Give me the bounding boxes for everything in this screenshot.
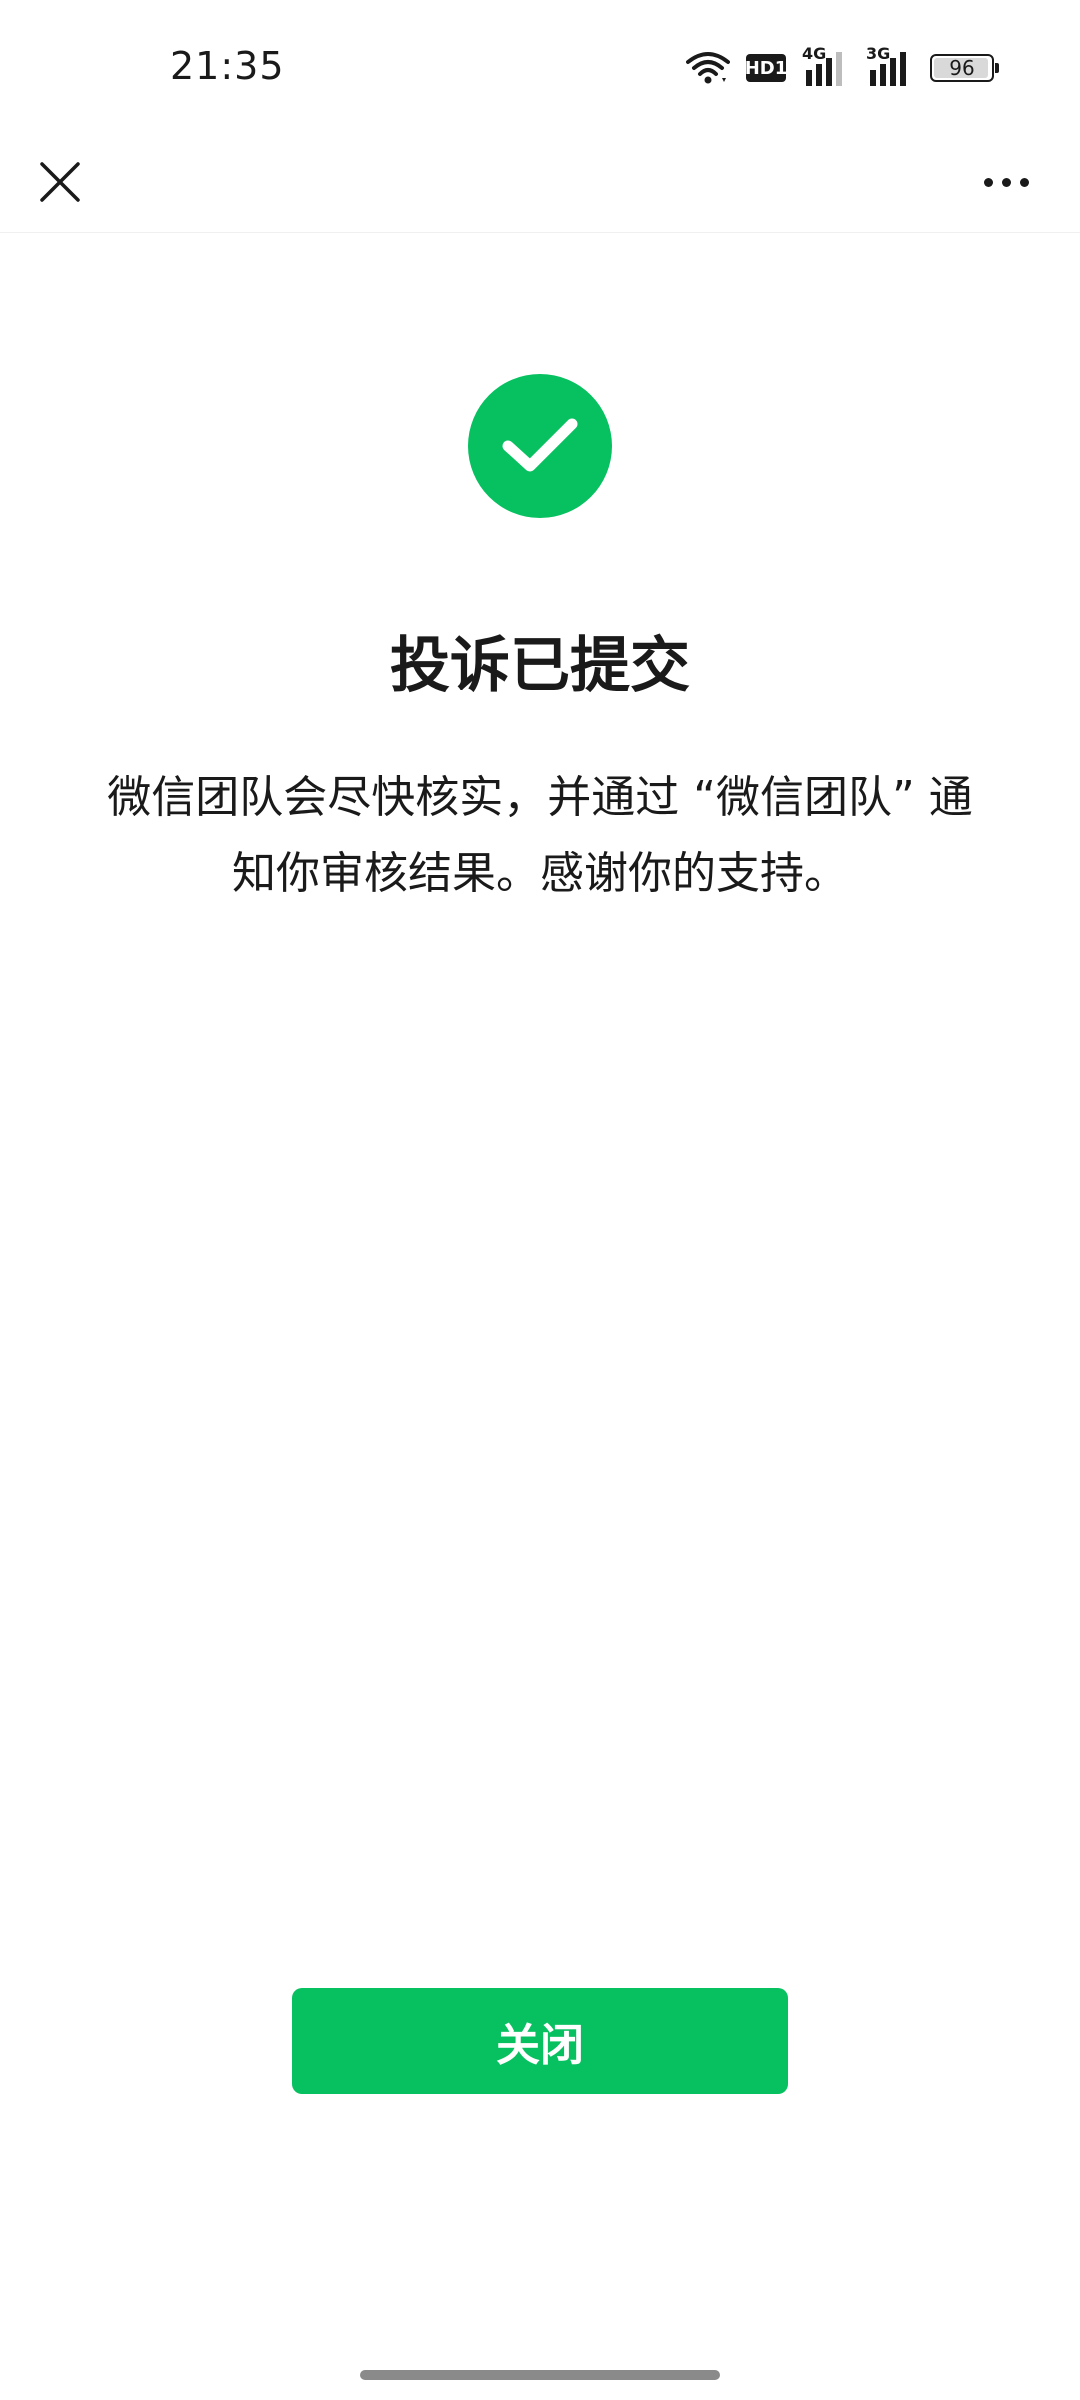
nav-bar	[0, 130, 1080, 233]
home-indicator[interactable]	[360, 2370, 720, 2380]
signal-4g-icon: 4G	[802, 44, 850, 88]
more-dots-icon[interactable]	[968, 144, 1044, 220]
status-bar: 21:35 HD1 4G 3G 96	[0, 0, 1080, 130]
close-icon[interactable]	[22, 144, 98, 220]
battery-icon: 96	[930, 54, 999, 82]
network-type-primary: 4G	[802, 44, 827, 63]
check-circle-icon	[468, 374, 612, 518]
status-icons: HD1 4G 3G 96	[686, 44, 999, 88]
battery-percentage: 96	[949, 56, 975, 80]
hd-icon: HD1	[745, 54, 787, 82]
close-button[interactable]: 关闭	[292, 1988, 788, 2094]
signal-3g-icon: 3G	[866, 44, 914, 88]
wifi-icon	[686, 50, 730, 86]
network-type-secondary: 3G	[866, 44, 891, 63]
result-description: 微信团队会尽快核实，并通过 “微信团队” 通知你审核结果。感谢你的支持。	[107, 772, 973, 899]
status-time: 21:35	[170, 44, 285, 88]
page-title: 投诉已提交	[390, 631, 690, 701]
